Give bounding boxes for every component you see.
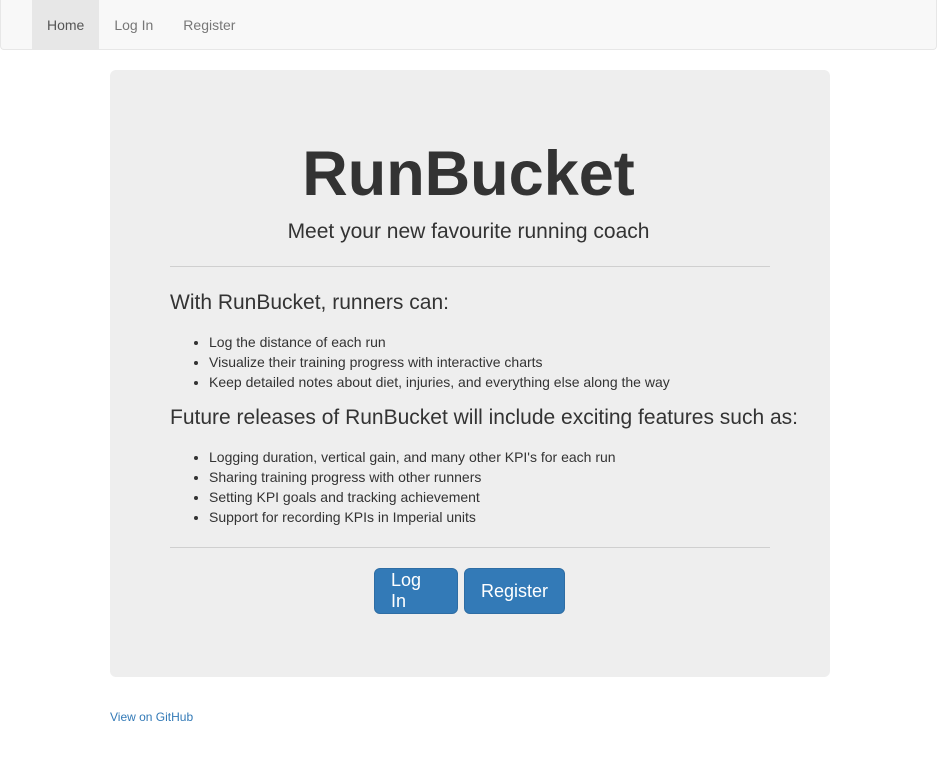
list-item: Setting KPI goals and tracking achieveme…: [209, 487, 616, 507]
features-list: Log the distance of each run Visualize t…: [170, 332, 670, 392]
navbar: Home Log In Register: [0, 0, 937, 50]
nav-item-register[interactable]: Register: [168, 0, 250, 49]
list-item: Visualize their training progress with i…: [209, 352, 670, 372]
nav-item-home[interactable]: Home: [32, 0, 100, 49]
list-item: Support for recording KPIs in Imperial u…: [209, 507, 616, 527]
list-item: Keep detailed notes about diet, injuries…: [209, 372, 670, 392]
features-heading: With RunBucket, runners can:: [170, 291, 449, 314]
nav-items: Home Log In Register: [32, 0, 250, 49]
list-item: Log the distance of each run: [209, 332, 670, 352]
divider-bottom: [170, 547, 770, 548]
future-list: Logging duration, vertical gain, and man…: [170, 447, 616, 527]
login-button[interactable]: Log In: [374, 568, 458, 614]
divider-top: [170, 266, 770, 267]
future-heading: Future releases of RunBucket will includ…: [170, 406, 798, 429]
hero-subtitle: Meet your new favourite running coach: [287, 220, 650, 243]
hero-title: RunBucket: [302, 139, 635, 209]
register-button[interactable]: Register: [464, 568, 565, 614]
list-item: Logging duration, vertical gain, and man…: [209, 447, 616, 467]
nav-item-login[interactable]: Log In: [99, 0, 168, 49]
github-link[interactable]: View on GitHub: [110, 710, 193, 724]
list-item: Sharing training progress with other run…: [209, 467, 616, 487]
